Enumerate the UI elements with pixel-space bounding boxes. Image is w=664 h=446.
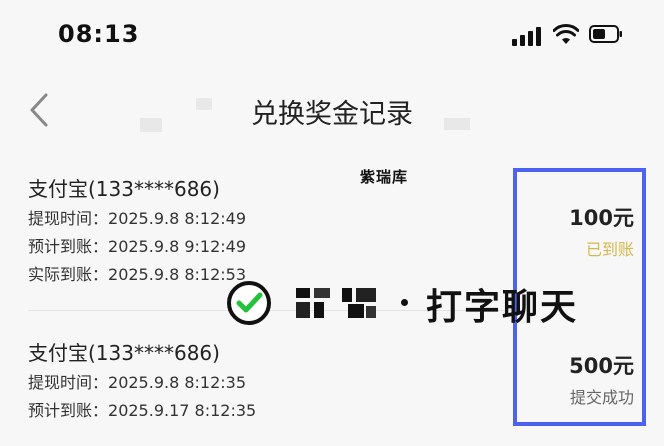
record-line-value: 2025.9.17 8:12:35 (108, 401, 257, 420)
cellular-signal-icon (512, 26, 542, 46)
wifi-icon (553, 24, 579, 44)
record-line-label: 预计到账： (28, 237, 109, 256)
record-line-value: 2025.9.8 8:12:35 (108, 373, 247, 392)
page-title: 兑换奖金记录 (251, 99, 413, 130)
record-line-value: 2025.9.8 8:12:49 (108, 209, 247, 228)
record-line-value: 2025.9.8 9:12:49 (108, 237, 247, 256)
record-line-label: 实际到账： (28, 265, 109, 284)
separator-dot (401, 299, 408, 306)
blur-artifact (196, 98, 212, 110)
overlay-text: 打字聊天 (426, 287, 579, 328)
status-time: 08:13 (58, 20, 140, 48)
blur-artifact (140, 118, 162, 132)
check-circle-icon (227, 281, 271, 325)
pixelated-logo-icon (296, 288, 330, 318)
nav-bar: 兑换奖金记录 (0, 78, 664, 142)
record-line-label: 提现时间： (28, 209, 109, 228)
record-line-label: 提现时间： (28, 373, 109, 392)
battery-icon (589, 25, 622, 43)
record-line-label: 预计到账： (28, 401, 109, 420)
status-bar: 08:13 (0, 0, 664, 70)
blur-artifact (444, 118, 470, 130)
pixelated-logo-icon (342, 288, 376, 318)
